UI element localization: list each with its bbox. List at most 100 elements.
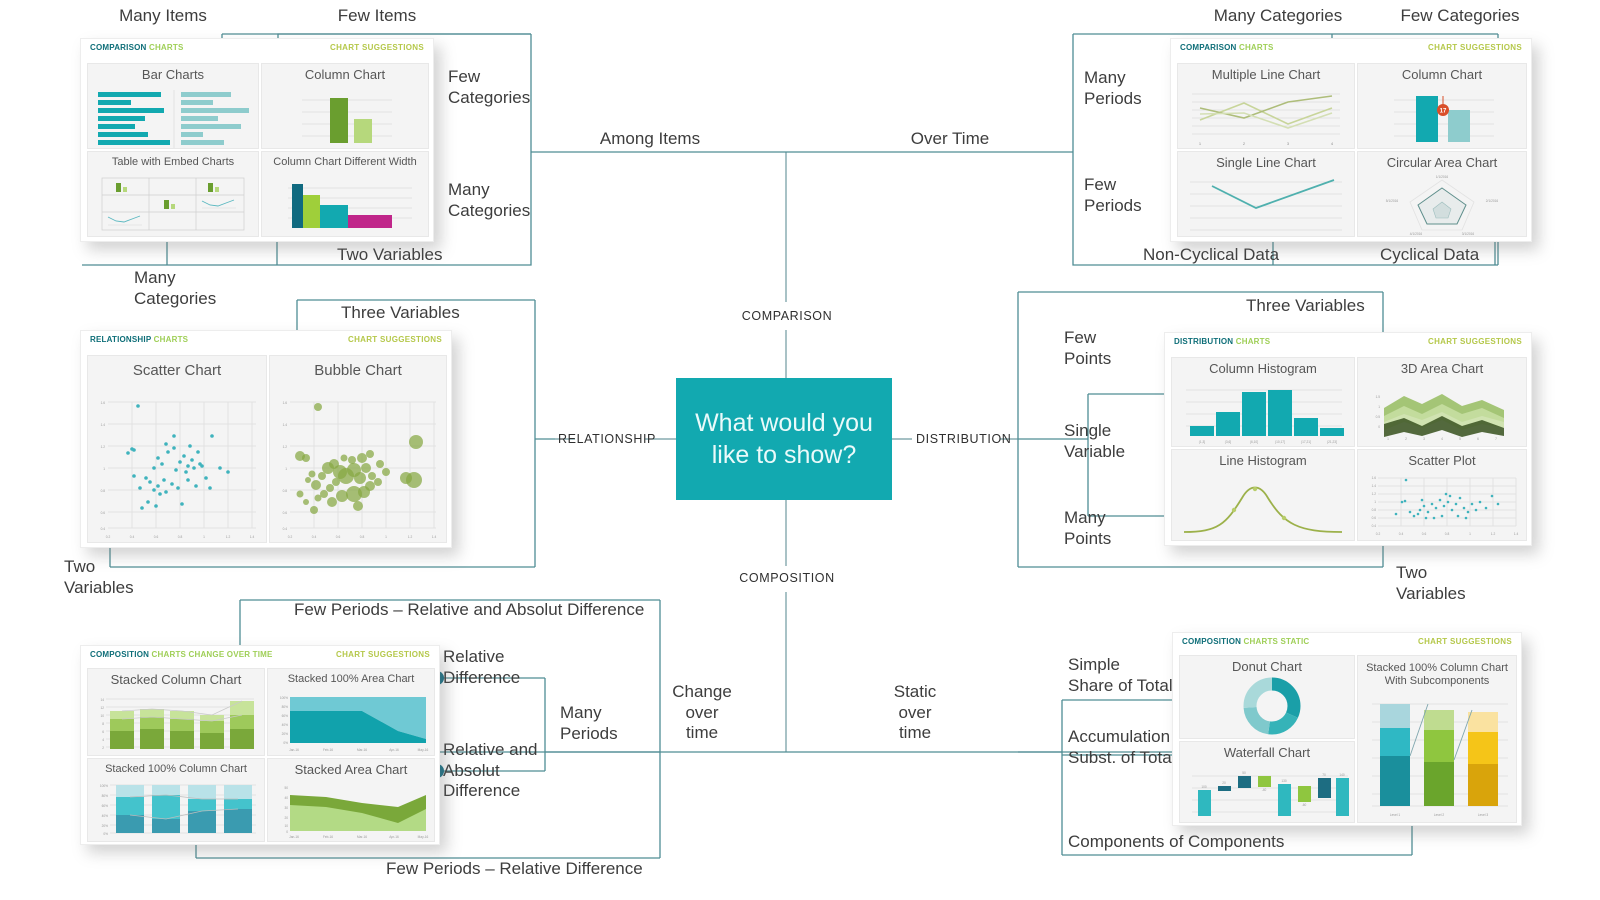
panel-header-title: COMPOSITION CHARTS STATIC (1182, 637, 1309, 646)
panel-header-title: COMPARISON CHARTS (1180, 43, 1274, 52)
chart-card-multiple-line-chart[interactable]: Multiple Line Chart 1 2 3 4 (1177, 63, 1355, 149)
label-accumulation-subst-of-total: Accumulation Subst. of Total (1068, 727, 1176, 767)
chart-card-single-line-chart[interactable]: Single Line Chart (1177, 151, 1355, 237)
chart-card-stacked-area-chart[interactable]: Stacked Area Chart 50 40 30 20 10 0 Jan-16 Fe… (267, 758, 435, 842)
chart-card-table-with-embed-charts[interactable]: Table with Embed Charts (87, 151, 259, 237)
donut-chart-thumb (1243, 677, 1301, 735)
chart-title: Stacked 100% Area Chart (287, 673, 415, 685)
panel-header-right: CHART SUGGESTIONS (1418, 637, 1512, 646)
branch-label-comparison: COMPARISON (741, 309, 833, 323)
label-single-variable: Single Variable (1064, 421, 1126, 461)
stacked-subcomponents-thumb: Level 1 Level 2 Level 3 (1372, 703, 1508, 817)
svg-text:4: 4 (1331, 141, 1334, 146)
label-components-of-components: Components of Components (1068, 832, 1285, 851)
svg-text:Level 1: Level 1 (1390, 813, 1401, 817)
svg-text:1: 1 (1378, 405, 1380, 409)
panel-header-sub: CHARTS CHANGE OVER TIME (151, 650, 273, 659)
svg-text:Feb-16: Feb-16 (323, 835, 333, 839)
chart-title: Bubble Chart (314, 362, 402, 379)
chart-card-circular-area-chart[interactable]: Circular Area Chart 1/1/2016 2/1/2016 3/1… (1357, 151, 1527, 237)
svg-text:40: 40 (284, 796, 288, 800)
svg-text:20: 20 (1222, 781, 1226, 785)
panel-header: RELATIONSHIP CHARTS CHART SUGGESTIONS (81, 331, 451, 353)
panel-header-key: COMPARISON (1180, 43, 1237, 52)
branch-label-distribution: DISTRIBUTION (916, 432, 1012, 446)
label-two-variables-distribution: Two Variables (1396, 563, 1466, 603)
chart-card-donut-chart[interactable]: Donut Chart (1179, 655, 1355, 739)
svg-text:100%: 100% (100, 784, 108, 788)
center-question-text: What would you like to show? (695, 409, 873, 469)
svg-text:1.2: 1.2 (1491, 532, 1496, 536)
chart-card-column-chart[interactable]: Column Chart (261, 63, 429, 149)
chart-title: Stacked Area Chart (294, 762, 408, 777)
svg-text:40%: 40% (282, 723, 289, 727)
chart-card-bubble-chart[interactable]: Bubble Chart 1.6 1.4 1.2 1 0.8 0.6 0.4 0… (269, 355, 447, 543)
column-chart-thumb (302, 98, 392, 143)
chart-card-scatter-chart[interactable]: Scatter Chart 1.6 1.4 1.2 1 0.8 0.6 0.4 … (87, 355, 267, 543)
svg-text:0.8: 0.8 (360, 535, 365, 539)
scatter-plot-thumb: 1.6 1.4 1.2 1 0.8 0.6 0.4 0.2 0.4 0.6 0.8 1 1.2 1.… (1372, 476, 1519, 536)
chart-title: Column Chart (304, 67, 386, 82)
label-few-items: Few Items (337, 6, 417, 25)
svg-text:1.2: 1.2 (226, 535, 231, 539)
svg-text:130: 130 (1281, 779, 1287, 783)
single-line-thumb (1190, 179, 1342, 231)
panel-relationship-charts: RELATIONSHIP CHARTS CHART SUGGESTIONS Sc… (80, 330, 452, 548)
svg-text:0.6: 0.6 (336, 535, 341, 539)
chart-card-waterfall-chart[interactable]: Waterfall Chart 100 20 50 -40 130 -60 70 140 (1179, 741, 1355, 823)
label-many-periods-right: Many Periods (1084, 68, 1142, 108)
svg-text:1: 1 (1199, 141, 1202, 146)
chart-card-scatter-plot[interactable]: Scatter Plot 1.6 1.4 1.2 1 0.8 0.6 0.4 0… (1357, 449, 1527, 541)
chart-title: Stacked Column Chart (110, 672, 242, 687)
chart-card-bar-charts[interactable]: Bar Charts (87, 63, 259, 149)
label-many-periods-composition: Many Periods (560, 703, 618, 743)
chart-card-stacked-100-column-chart[interactable]: Stacked 100% Column Chart 100% 80% 60% 4… (87, 758, 265, 842)
label-three-variables-distribution: Three Variables (1246, 296, 1365, 315)
svg-text:1.2: 1.2 (101, 445, 106, 449)
panel-header-sub: CHARTS STATIC (1243, 637, 1310, 646)
chart-card-stacked-column-chart[interactable]: Stacked Column Chart 14 12 10 8 6 4 2 (87, 668, 265, 756)
svg-text:50: 50 (1242, 771, 1246, 775)
chart-card-stacked-100-column-subcomponents[interactable]: Stacked 100% Column Chart With Subcompon… (1357, 655, 1517, 823)
chart-card-3d-area-chart[interactable]: 3D Area Chart 1.5 1 0.5 0 1 2 3 4 5 6 7 (1357, 357, 1527, 447)
panel-header-title: COMPOSITION CHARTS CHANGE OVER TIME (90, 650, 273, 659)
panel-header: DISTRIBUTION CHARTS CHART SUGGESTIONS (1165, 333, 1531, 355)
svg-text:1.6: 1.6 (283, 401, 288, 405)
svg-text:1.5: 1.5 (1376, 395, 1381, 399)
svg-text:0.8: 0.8 (101, 489, 106, 493)
chart-card-column-histogram[interactable]: Column Histogram (1,3] (3,6] (6,10] (10,17… (1171, 357, 1355, 447)
stacked-100-column-thumb: 100% 80% 60% 40% 20% 0% (100, 784, 256, 836)
label-many-points: Many Points (1064, 508, 1112, 548)
panel-header-sub: CHARTS (1238, 43, 1274, 52)
panel-header: COMPARISON CHARTS CHART SUGGESTIONS (81, 39, 433, 61)
svg-text:40%: 40% (102, 814, 109, 818)
svg-text:5: 5 (1459, 437, 1461, 441)
panel-composition-static: COMPOSITION CHARTS STATIC CHART SUGGESTI… (1172, 632, 1522, 826)
svg-text:-60: -60 (1302, 803, 1307, 807)
svg-text:0.6: 0.6 (1372, 516, 1377, 520)
svg-text:Level 3: Level 3 (1478, 813, 1489, 817)
svg-text:1.4: 1.4 (250, 535, 255, 539)
svg-text:100%: 100% (280, 696, 288, 700)
panel-header-right: CHART SUGGESTIONS (330, 43, 424, 52)
chart-card-column-chart-time[interactable]: Column Chart 17 (1357, 63, 1527, 149)
svg-text:80%: 80% (102, 794, 109, 798)
chart-title: Column Histogram (1209, 361, 1317, 376)
branch-label-composition: COMPOSITION (739, 571, 835, 585)
chart-title: Circular Area Chart (1386, 155, 1498, 170)
svg-text:80%: 80% (282, 705, 289, 709)
label-two-variables-comparison: Two Variables (337, 245, 443, 264)
svg-text:0.2: 0.2 (288, 535, 293, 539)
panel-composition-change-over-time: COMPOSITION CHARTS CHANGE OVER TIME CHAR… (80, 645, 440, 845)
chart-card-stacked-100-area-chart[interactable]: Stacked 100% Area Chart 100% 80% 60% 40% 20… (267, 668, 435, 756)
svg-text:0.4: 0.4 (101, 527, 106, 531)
scatter-chart-thumb: 1.61.41.2 10.80.60.4 0.2 0.4 0.6 0.8 1 1.2 1.… (101, 401, 256, 539)
chart-card-column-chart-different-width[interactable]: Column Chart Different Width (261, 151, 429, 237)
chart-card-line-histogram[interactable]: Line Histogram (1171, 449, 1355, 541)
svg-text:0.8: 0.8 (1372, 508, 1377, 512)
stacked-100-area-thumb: 100% 80% 60% 40% 20% 0% Jan-16 Feb-16 Mar-16 A… (280, 696, 429, 752)
svg-text:(10,17]: (10,17] (1275, 440, 1285, 444)
svg-text:5/1/2016: 5/1/2016 (1386, 199, 1399, 203)
svg-text:3: 3 (1423, 437, 1425, 441)
svg-text:0.4: 0.4 (283, 527, 288, 531)
